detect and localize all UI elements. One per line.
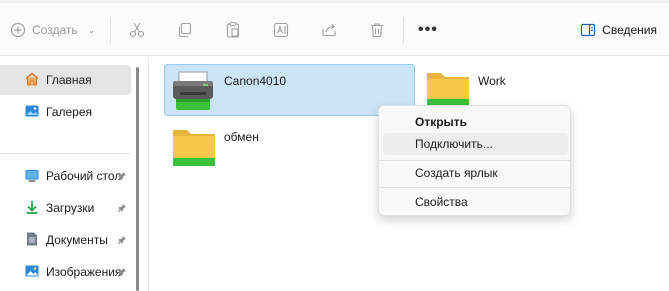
copy-button[interactable] [176, 18, 194, 42]
network-folder-item[interactable] [172, 127, 216, 170]
new-button-label: Создать [32, 23, 78, 37]
toolbar-separator [403, 18, 404, 44]
network-printer-item[interactable] [170, 70, 216, 115]
paste-icon [224, 21, 242, 39]
copy-icon [176, 21, 194, 39]
sidebar-item-label: Главная [46, 73, 92, 87]
documents-icon [24, 231, 40, 250]
item-name[interactable]: Canon4010 [224, 74, 286, 88]
download-icon [24, 199, 40, 218]
sidebar-item-label: Загрузки [46, 201, 95, 215]
command-bar: Создать ⌄ ••• Сведения [0, 0, 669, 56]
details-pane-icon [580, 22, 596, 38]
gallery-icon [24, 103, 40, 122]
item-name[interactable]: обмен [224, 130, 259, 144]
context-menu-open[interactable]: Открыть [383, 111, 568, 133]
context-menu-separator [379, 160, 570, 161]
pane-divider[interactable] [148, 57, 149, 291]
home-icon [24, 71, 40, 90]
details-button-label: Сведения [602, 23, 657, 37]
rename-icon [272, 21, 290, 39]
sidebar-item-desktop[interactable]: Рабочий стол [0, 161, 131, 191]
pictures-icon [24, 263, 40, 282]
sidebar-divider [0, 153, 131, 154]
share-button[interactable] [320, 18, 338, 42]
sidebar-item-home[interactable]: Главная [0, 65, 131, 95]
sidebar-item-gallery[interactable]: Галерея [0, 97, 131, 127]
cut-button[interactable] [128, 18, 146, 42]
context-menu-properties[interactable]: Свойства [383, 191, 568, 213]
context-menu-separator [379, 187, 570, 188]
pin-icon [117, 234, 127, 248]
chevron-down-icon: ⌄ [87, 24, 96, 35]
plus-circle-icon [10, 22, 26, 38]
toolbar-separator [110, 18, 111, 44]
trash-icon [368, 21, 386, 39]
sidebar-item-label: Галерея [46, 105, 93, 119]
sidebar-item-label: Документы [46, 233, 108, 247]
item-name[interactable]: Work [478, 74, 506, 88]
sidebar-scrollbar[interactable] [136, 67, 139, 291]
share-icon [320, 21, 338, 39]
new-button[interactable]: Создать ⌄ [10, 18, 95, 42]
sidebar-item-documents[interactable]: Документы [0, 225, 131, 255]
navigation-pane: Главная Галерея Рабочий стол Загрузки До… [0, 57, 149, 291]
printer-icon [170, 70, 216, 115]
toolbar-top-strip [0, 0, 669, 3]
more-options-button[interactable]: ••• [418, 18, 438, 42]
context-menu-connect[interactable]: Подключить... [383, 133, 568, 155]
paste-button[interactable] [224, 18, 242, 42]
context-menu-create-shortcut[interactable]: Создать ярлык [383, 162, 568, 184]
scissors-icon [128, 21, 146, 39]
sidebar-item-label: Изображения [46, 265, 122, 279]
sidebar-item-downloads[interactable]: Загрузки [0, 193, 131, 223]
context-menu: Открыть Подключить... Создать ярлык Свой… [378, 105, 571, 216]
details-button[interactable]: Сведения [580, 18, 657, 42]
sidebar-item-label: Рабочий стол [46, 169, 122, 183]
rename-button[interactable] [272, 18, 290, 42]
sidebar-item-pictures[interactable]: Изображения [0, 257, 131, 287]
pin-icon [117, 170, 127, 184]
pin-icon [117, 266, 127, 280]
desktop-icon [24, 167, 40, 186]
delete-button[interactable] [368, 18, 386, 42]
shared-folder-icon [172, 127, 216, 170]
pin-icon [117, 202, 127, 216]
